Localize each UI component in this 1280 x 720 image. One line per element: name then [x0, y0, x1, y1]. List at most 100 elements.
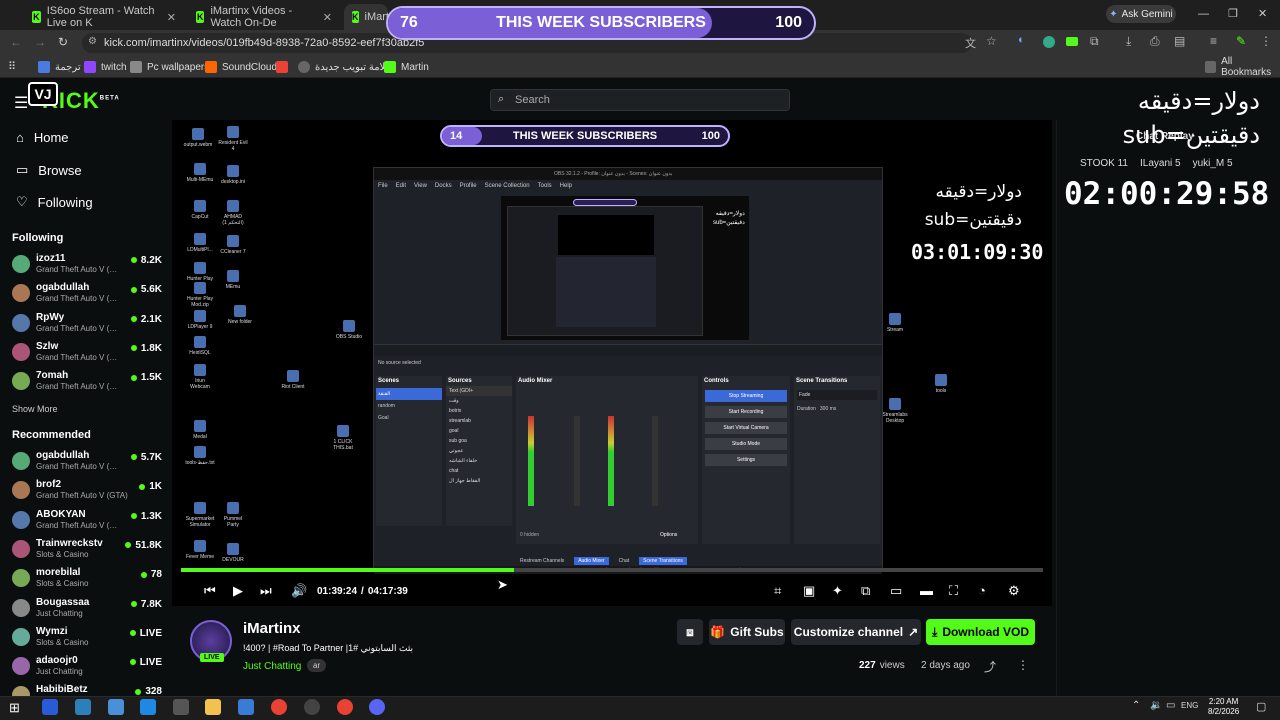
apps-icon[interactable]: ⠿: [8, 60, 16, 73]
play-icon[interactable]: ▶: [233, 583, 243, 599]
bookmark-item[interactable]: SoundCloud: [205, 58, 277, 76]
taskbar-app-icon[interactable]: [108, 699, 124, 715]
desktop-icon[interactable]: CapCut: [185, 200, 215, 220]
tray-language[interactable]: ENG: [1181, 701, 1198, 710]
channel-row[interactable]: ogabdullah Grand Theft Auto V (… 5.6K: [12, 282, 162, 308]
bookmark-item[interactable]: [276, 58, 288, 76]
tray-chevron-icon[interactable]: ⌃: [1132, 700, 1140, 711]
minimize-icon[interactable]: —: [1198, 8, 1209, 20]
obs-tab[interactable]: Audio Mixer: [574, 557, 609, 565]
desktop-icon[interactable]: Riot Client: [278, 370, 308, 390]
print-icon[interactable]: ⎙: [1150, 34, 1160, 49]
reload-icon[interactable]: ↻: [58, 35, 68, 49]
share-icon[interactable]: ⤴: [984, 658, 996, 675]
channel-row[interactable]: 7omah Grand Theft Auto V (… 1.5K: [12, 370, 162, 396]
desktop-icon[interactable]: tools: [926, 374, 956, 394]
bookmark-item[interactable]: Pc wallpapers: [130, 58, 209, 76]
desktop-icon[interactable]: Stream: [880, 313, 910, 333]
profile-icon[interactable]: ✎: [1236, 34, 1246, 48]
tray-volume-icon[interactable]: 🔉: [1150, 700, 1162, 711]
taskbar-app-icon[interactable]: [75, 699, 91, 715]
fullscreen-icon[interactable]: ⛶: [949, 583, 958, 599]
media-icon[interactable]: ≡: [1210, 34, 1217, 48]
desktop-icon[interactable]: tools-حفظ.txt: [185, 446, 215, 466]
desktop-icon[interactable]: HeidiSQL: [185, 336, 215, 356]
nav-following[interactable]: ♡ Following: [16, 194, 93, 210]
desktop-icon[interactable]: Supermarket Simulator: [185, 502, 215, 528]
sparkle-icon[interactable]: ✦: [832, 583, 843, 599]
search-input[interactable]: ⌕ Search: [490, 89, 790, 111]
taskbar-chrome-icon[interactable]: [337, 699, 353, 715]
obs-source-item[interactable]: botrix: [446, 406, 512, 416]
obs-tab[interactable]: Restream Channels: [516, 557, 568, 565]
seek-bar[interactable]: [181, 568, 1043, 572]
desktop-icon[interactable]: Fever Meme: [185, 540, 215, 560]
channel-row[interactable]: izoz11 Grand Theft Auto V (… 8.2K: [12, 253, 162, 279]
desktop-icon[interactable]: Streamlabs Desktop: [880, 398, 910, 424]
show-more-link[interactable]: Show More: [12, 404, 58, 414]
browser-tab-active[interactable]: K iMartin: [344, 4, 398, 30]
channel-row[interactable]: Trainwreckstv Slots & Casino 51.8K: [12, 538, 162, 564]
clip-icon[interactable]: ⌗: [774, 583, 781, 599]
obs-tab[interactable]: Chat: [615, 557, 634, 565]
taskbar-obs-icon[interactable]: [304, 699, 320, 715]
obs-menu-item[interactable]: File: [378, 183, 388, 189]
tray-network-icon[interactable]: ▭: [1166, 700, 1175, 711]
download-icon[interactable]: ⤓: [1126, 34, 1131, 49]
obs-menu-item[interactable]: Docks: [435, 183, 452, 189]
close-window-icon[interactable]: ✕: [1258, 7, 1267, 20]
channel-row[interactable]: brof2 Grand Theft Auto V (GTA) 1K: [12, 479, 162, 505]
notification-icon[interactable]: ▢: [1256, 700, 1266, 713]
bookmark-star-icon[interactable]: ☆: [986, 34, 997, 48]
browser-tab[interactable]: K IS6oo Stream - Watch Live on K ✕: [24, 4, 184, 30]
translate-icon[interactable]: 文: [965, 35, 976, 51]
channel-row[interactable]: RpWy Grand Theft Auto V (… 2.1K: [12, 312, 162, 338]
desktop-icon[interactable]: 1 CLICK THIS.bat: [328, 425, 358, 451]
back-icon[interactable]: ←: [10, 35, 22, 49]
obs-scene-item[interactable]: random: [376, 400, 442, 412]
obs-menu-item[interactable]: View: [414, 183, 427, 189]
nav-home[interactable]: ⌂ Home: [16, 130, 69, 145]
obs-menu-item[interactable]: Scene Collection: [485, 183, 530, 189]
obs-transition-select[interactable]: Fade: [797, 390, 877, 400]
theater-icon[interactable]: ▭: [890, 583, 902, 599]
close-tab-icon[interactable]: ✕: [167, 11, 176, 24]
obs-options-button[interactable]: Options: [660, 532, 677, 538]
download-vod-button[interactable]: ⤓ Download VOD: [926, 619, 1035, 645]
category-link[interactable]: Just Chatting: [243, 661, 301, 672]
browser-tab[interactable]: K iMartinx Videos - Watch On-De ✕: [188, 4, 340, 30]
restore-icon[interactable]: ❐: [1228, 7, 1238, 20]
extension-icon[interactable]: [1043, 36, 1055, 48]
obs-menu-item[interactable]: Tools: [538, 183, 552, 189]
channel-row[interactable]: Bougassaa Just Chatting 7.8K: [12, 597, 162, 623]
desktop-icon[interactable]: CCleaner 7: [218, 235, 248, 255]
chat-user[interactable]: ILayani 5: [1140, 158, 1181, 169]
channel-row[interactable]: Szlw Grand Theft Auto V (… 1.8K: [12, 341, 162, 367]
obs-control-button[interactable]: Studio Mode: [705, 438, 787, 450]
obs-source-item[interactable]: وقت: [446, 396, 512, 406]
desktop-icon[interactable]: MEmu: [218, 270, 248, 290]
obs-control-button[interactable]: Stop Streaming: [705, 390, 787, 402]
desktop-icon[interactable]: Multi-MEmu: [185, 163, 215, 183]
obs-source-item[interactable]: عجوتي: [446, 446, 512, 456]
obs-source-item[interactable]: streamlab: [446, 416, 512, 426]
windows-start-icon[interactable]: ⊞: [9, 700, 20, 716]
skip-forward-icon[interactable]: ⏭: [260, 583, 272, 599]
channel-row[interactable]: ABOKYAN Grand Theft Auto V (… 1.3K: [12, 509, 162, 535]
bookmark-item[interactable]: Martin: [384, 58, 429, 76]
taskbar-app-icon[interactable]: [42, 699, 58, 715]
gift-subs-button[interactable]: 🎁 Gift Subs: [709, 619, 785, 645]
desktop-icon[interactable]: Hunter Play: [185, 262, 215, 282]
bookmark-item[interactable]: علامة تبويب جديدة: [298, 58, 391, 76]
forward-icon[interactable]: →: [34, 35, 46, 49]
nav-browse[interactable]: ▭ Browse: [16, 162, 82, 178]
channel-row[interactable]: adaoojr0 Just Chatting LIVE: [12, 655, 162, 681]
bookmark-item[interactable]: twitch: [84, 58, 127, 76]
desktop-icon[interactable]: Iriun Webcam: [185, 364, 215, 390]
desktop-icon[interactable]: Hunter Play Mod.zip: [185, 282, 215, 308]
desktop-icon[interactable]: output.webm: [183, 128, 213, 148]
sidepanel-icon[interactable]: ▤: [1174, 34, 1185, 48]
bookmark-item[interactable]: ترجمة: [38, 58, 81, 76]
obs-source-item[interactable]: sub goa: [446, 436, 512, 446]
obs-control-button[interactable]: Start Virtual Camera: [705, 422, 787, 434]
